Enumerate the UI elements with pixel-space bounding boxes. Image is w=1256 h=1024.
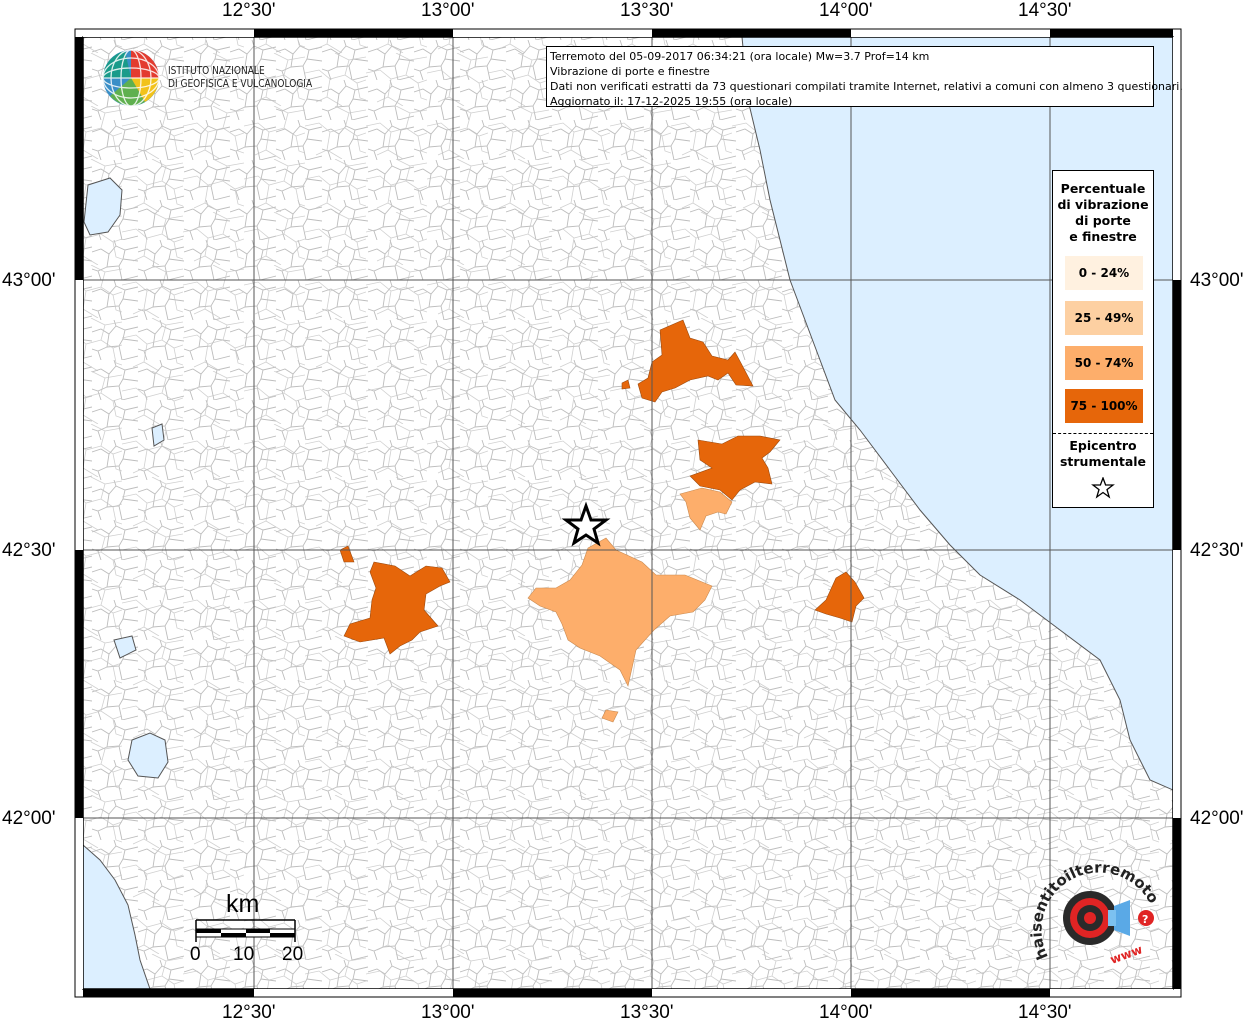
scale-tick-0: 0 — [190, 944, 201, 965]
lon-label-bottom-1: 12°30' — [222, 1002, 276, 1023]
watermark-prefix: www — [1108, 942, 1144, 967]
legend: Percentuale di vibrazione di porte e fin… — [1052, 170, 1154, 508]
lon-label-bottom-3: 13°30' — [620, 1002, 674, 1023]
lat-label-left-3: 42°00' — [2, 808, 56, 829]
legend-title-line: di vibrazione — [1057, 197, 1149, 212]
lat-label-right-2: 42°30' — [1190, 540, 1244, 561]
scale-tick-10: 10 — [233, 944, 255, 965]
event-info-line-2: Vibrazione di porte e finestre — [550, 65, 710, 78]
lon-label-bottom-4: 14°00' — [819, 1002, 873, 1023]
scale-unit: km — [226, 890, 260, 918]
lon-label-top-4: 14°00' — [819, 0, 873, 21]
lat-label-right-3: 42°00' — [1190, 808, 1244, 829]
legend-swatch-0-24: 0 - 24% — [1065, 256, 1143, 290]
lon-label-bottom-2: 13°00' — [421, 1002, 475, 1023]
lat-label-right-1: 43°00' — [1190, 270, 1244, 291]
event-info-line-1: Terremoto del 05-09-2017 06:34:21 (ora l… — [550, 50, 930, 63]
lon-label-top-1: 12°30' — [222, 0, 276, 21]
lat-label-left-1: 43°00' — [2, 270, 56, 291]
institute-name: ISTITUTO NAZIONALE DI GEOFISICA E VULCAN… — [168, 64, 312, 90]
legend-epicenter-label: Epicentro strumentale — [1053, 438, 1153, 470]
legend-separator — [1053, 433, 1153, 434]
legend-swatch-50-74: 50 - 74% — [1065, 346, 1143, 380]
ingv-logo-icon — [102, 49, 160, 107]
event-info-box: Terremoto del 05-09-2017 06:34:21 (ora l… — [546, 46, 1183, 108]
lon-label-top-3: 13°30' — [620, 0, 674, 21]
lat-label-left-2: 42°30' — [2, 540, 56, 561]
lon-label-top-5: 14°30' — [1018, 0, 1072, 21]
legend-swatch-75-100: 75 - 100% — [1065, 389, 1143, 423]
svg-text:?: ? — [1142, 913, 1148, 926]
lon-label-bottom-5: 14°30' — [1018, 1002, 1072, 1023]
legend-swatch-25-49: 25 - 49% — [1065, 301, 1143, 335]
haisentito-logo-icon: haisentitoilterremoto.it ? www — [1030, 860, 1163, 967]
star-icon — [1091, 477, 1115, 499]
legend-title: Percentuale di vibrazione di porte e fin… — [1053, 181, 1153, 245]
event-info-line-3: Dati non verificati estratti da 73 quest… — [550, 80, 1183, 93]
institute-line-1: ISTITUTO NAZIONALE — [168, 64, 265, 77]
event-info-line-4: Aggiornato il: 17-12-2025 19:55 (ora loc… — [550, 95, 793, 108]
legend-title-line: e finestre — [1069, 229, 1137, 244]
legend-title-line: di porte — [1075, 213, 1131, 228]
legend-epicenter-line: strumentale — [1059, 454, 1147, 469]
legend-epicenter-line: Epicentro — [1069, 438, 1137, 453]
legend-title-line: Percentuale — [1060, 181, 1146, 196]
institute-line-2: DI GEOFISICA E VULCANOLOGIA — [168, 77, 313, 90]
lon-label-top-2: 13°00' — [421, 0, 475, 21]
scale-tick-20: 20 — [282, 944, 304, 965]
